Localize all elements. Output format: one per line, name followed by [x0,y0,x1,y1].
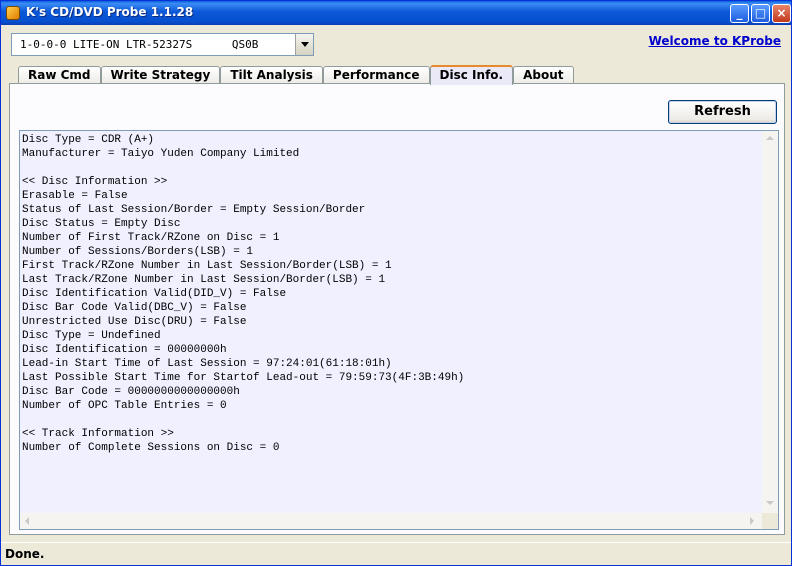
disc-info-textarea[interactable]: Disc Type = CDR (A+) Manufacturer = Taiyo… [19,130,779,530]
tab-disc-info[interactable]: Disc Info. [429,65,514,85]
tab-bar: Raw Cmd Write Strategy Tilt Analysis Per… [18,65,574,85]
disc-info-line: Manufacturer = Taiyo Yuden Company Limit… [22,148,300,160]
disc-info-line: Erasable = False [22,190,128,202]
tab-write-strategy[interactable]: Write Strategy [100,66,221,84]
drive-select-value: 1-0-0-0 LITE-ON LTR-52327S QS0B [20,38,259,51]
status-bar: Done. [1,542,791,565]
refresh-button[interactable]: Refresh [668,100,777,124]
tab-about[interactable]: About [513,66,574,84]
status-text: Done. [5,547,45,561]
drive-select[interactable]: 1-0-0-0 LITE-ON LTR-52327S QS0B [11,33,314,56]
disc-info-line: Disc Type = Undefined [22,330,161,342]
scroll-corner [762,513,778,529]
title-bar[interactable]: K's CD/DVD Probe 1.1.28 _ □ × [1,1,791,25]
app-disc-icon [6,6,20,20]
scroll-down-icon[interactable] [764,497,776,509]
disc-info-text: Disc Type = CDR (A+) Manufacturer = Taiyo… [22,133,464,455]
disc-info-line: Last Track/RZone Number in Last Session/… [22,274,386,286]
tab-raw-cmd[interactable]: Raw Cmd [18,66,101,84]
disc-info-line: << Track Information >> [22,428,174,440]
disc-info-line: Number of OPC Table Entries = 0 [22,400,227,412]
disc-info-line: Number of Sessions/Borders(LSB) = 1 [22,246,254,258]
window-title: K's CD/DVD Probe 1.1.28 [26,5,194,19]
disc-info-line: << Disc Information >> [22,176,168,188]
disc-info-line: Disc Bar Code Valid(DBC_V) = False [22,302,247,314]
disc-info-line: Number of Complete Sessions on Disc = 0 [22,442,280,454]
disc-info-line: Status of Last Session/Border = Empty Se… [22,204,366,216]
scroll-left-icon[interactable] [22,515,34,527]
tab-performance[interactable]: Performance [322,66,430,84]
horizontal-scrollbar[interactable] [20,513,762,529]
disc-info-line: Disc Status = Empty Disc [22,218,181,230]
disc-info-line: Lead-in Start Time of Last Session = 97:… [22,358,392,370]
disc-info-line: Number of First Track/RZone on Disc = 1 [22,232,280,244]
scroll-up-icon[interactable] [764,133,776,145]
disc-info-line: Last Possible Start Time for Startof Lea… [22,372,465,384]
maximize-button[interactable]: □ [751,4,770,23]
disc-info-panel: Refresh Disc Type = CDR (A+) Manufacturer… [9,83,785,535]
disc-info-line: Disc Type = CDR (A+) [22,134,155,146]
chevron-down-icon[interactable] [295,34,313,55]
disc-info-line: Disc Identification Valid(DID_V) = False [22,288,287,300]
close-button[interactable]: × [772,4,791,23]
app-window: K's CD/DVD Probe 1.1.28 _ □ × 1-0-0-0 LI… [0,0,792,566]
scroll-right-icon[interactable] [746,515,758,527]
disc-info-line [22,161,464,175]
disc-info-line: Disc Bar Code = 0000000000000000h [22,386,240,398]
disc-info-line: First Track/RZone Number in Last Session… [22,260,392,272]
welcome-link[interactable]: Welcome to KProbe [649,34,781,48]
vertical-scrollbar[interactable] [762,131,778,513]
minimize-button[interactable]: _ [730,4,749,23]
tab-tilt-analysis[interactable]: Tilt Analysis [220,66,323,84]
disc-info-line [22,413,464,427]
disc-info-line: Disc Identification = 00000000h [22,344,227,356]
disc-info-line: Unrestricted Use Disc(DRU) = False [22,316,247,328]
